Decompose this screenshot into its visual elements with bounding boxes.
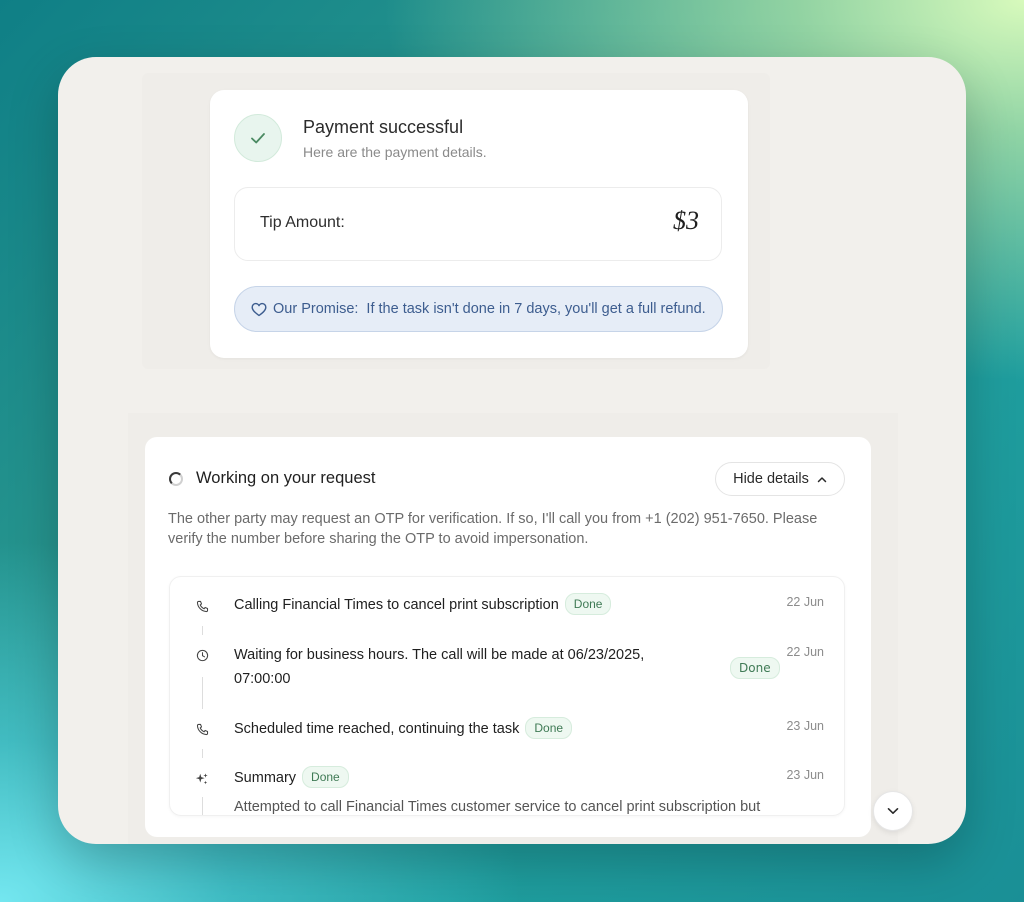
task-description: The other party may request an OTP for v…	[168, 511, 818, 547]
step-date: 22 Jun	[786, 645, 824, 659]
timeline-connector	[202, 749, 203, 758]
hide-details-label: Hide details	[733, 471, 809, 487]
promise-label: Our Promise:	[273, 301, 359, 317]
chevron-down-icon	[887, 808, 899, 814]
promise-text: If the task isn't done in 7 days, you'll…	[366, 301, 706, 317]
app-window: Payment successful Here are the payment …	[58, 57, 966, 844]
hide-details-button[interactable]: Hide details	[715, 462, 845, 496]
loading-spinner-icon	[169, 472, 183, 486]
tip-amount-box: Tip Amount: $3	[234, 187, 722, 261]
step-text: Waiting for business hours. The call wil…	[234, 647, 645, 687]
step-text: Scheduled time reached, continuing the t…	[234, 721, 520, 737]
step-date: 23 Jun	[786, 768, 824, 782]
phone-icon	[194, 721, 210, 737]
timeline-connector	[202, 797, 203, 815]
tip-amount-value: $3	[673, 206, 699, 235]
check-icon	[251, 133, 265, 144]
timeline-connector	[202, 626, 203, 635]
status-badge: Done	[302, 766, 349, 788]
payment-subtitle: Here are the payment details.	[303, 144, 487, 160]
step-item: Waiting for business hours. The call wil…	[234, 643, 664, 691]
step-date: 23 Jun	[786, 719, 824, 733]
tip-amount-label: Tip Amount:	[260, 214, 345, 231]
promise-banner: Our Promise: If the task isn't done in 7…	[234, 286, 723, 332]
status-badge: Done	[525, 717, 573, 739]
scroll-down-button[interactable]	[873, 791, 913, 831]
task-steps-list: Calling Financial Times to cancel print …	[169, 576, 845, 816]
step-item: Scheduled time reached, continuing the t…	[234, 717, 573, 741]
step-text: Summary	[234, 770, 297, 786]
phone-icon	[194, 598, 210, 614]
chevron-up-icon	[817, 476, 827, 483]
heart-icon	[251, 302, 267, 316]
task-card: Working on your request Hide details The…	[145, 437, 871, 837]
step-date: 22 Jun	[786, 595, 824, 609]
payment-title: Payment successful	[303, 117, 464, 137]
step-item: Summary Done	[234, 766, 349, 790]
status-badge: Done	[564, 593, 612, 615]
summary-text: Attempted to call Financial Times custom…	[234, 799, 761, 815]
clock-icon	[194, 647, 210, 663]
step-text: Calling Financial Times to cancel print …	[234, 597, 559, 613]
sparkle-icon	[194, 771, 210, 787]
task-title: Working on your request	[196, 469, 376, 487]
timeline-connector	[202, 677, 203, 709]
success-badge	[234, 114, 282, 162]
payment-card: Payment successful Here are the payment …	[210, 90, 748, 358]
step-item: Calling Financial Times to cancel print …	[234, 593, 612, 617]
status-badge: Done	[730, 657, 780, 679]
